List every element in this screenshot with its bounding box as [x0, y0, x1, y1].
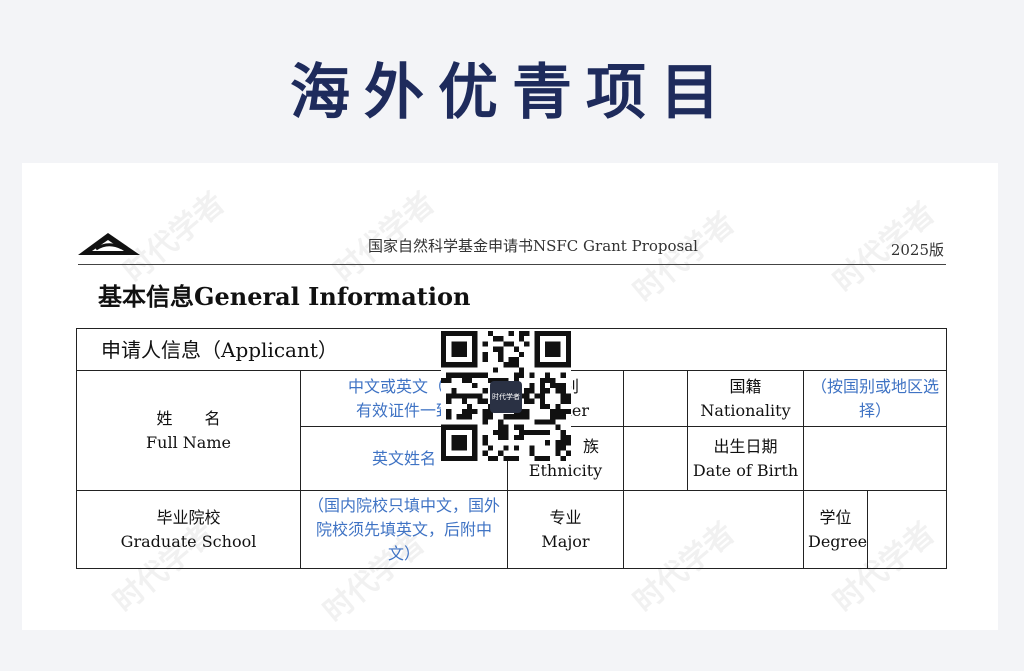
full-name-zh: 姓 名 — [156, 408, 221, 428]
edition-label: 2025版 — [890, 241, 944, 259]
full-name-en: Full Name — [146, 432, 231, 452]
ethnicity-en: Ethnicity — [528, 460, 603, 480]
nationality-en: Nationality — [700, 400, 791, 420]
school-label: 毕业院校 Graduate School — [76, 490, 301, 569]
school-en: Graduate School — [120, 531, 257, 551]
major-zh: 专业 — [549, 507, 582, 527]
dob-label: 出生日期 Date of Birth — [687, 426, 804, 491]
gender-field[interactable] — [623, 370, 688, 427]
dob-en: Date of Birth — [692, 460, 799, 480]
major-field[interactable] — [623, 490, 804, 569]
nationality-zh: 国籍 — [729, 376, 762, 396]
degree-zh: 学位 — [819, 507, 852, 527]
dob-field[interactable] — [803, 426, 947, 491]
nsfc-logo-icon — [78, 233, 140, 255]
school-field[interactable]: （国内院校只填中文，国外院校须先填英文，后附中文） — [300, 490, 508, 569]
nationality-label: 国籍 Nationality — [687, 370, 804, 427]
banner-title: 海外优青项目 — [290, 58, 734, 128]
section-title: 基本信息General Information — [98, 282, 471, 311]
school-zh: 毕业院校 — [156, 507, 221, 527]
document-header: 国家自然科学基金申请书NSFC Grant Proposal 2025版 — [78, 225, 944, 265]
header-divider — [78, 264, 946, 265]
degree-en: Degree — [808, 531, 868, 551]
qr-badge: 时代学者 — [490, 381, 522, 413]
document-page: 时代学者 时代学者 时代学者 时代学者 时代学者 时代学者 时代学者 时代学者 … — [22, 163, 998, 630]
full-name-label: 姓 名 Full Name — [76, 370, 301, 491]
dob-zh: 出生日期 — [713, 436, 778, 456]
ethnicity-field[interactable] — [623, 426, 688, 491]
major-en: Major — [541, 531, 590, 551]
degree-field[interactable] — [867, 490, 947, 569]
major-label: 专业 Major — [507, 490, 624, 569]
degree-label: 学位 Degree — [803, 490, 868, 569]
nationality-field[interactable]: （按国别或地区选择） — [803, 370, 947, 427]
proposal-title: 国家自然科学基金申请书NSFC Grant Proposal — [368, 237, 698, 255]
